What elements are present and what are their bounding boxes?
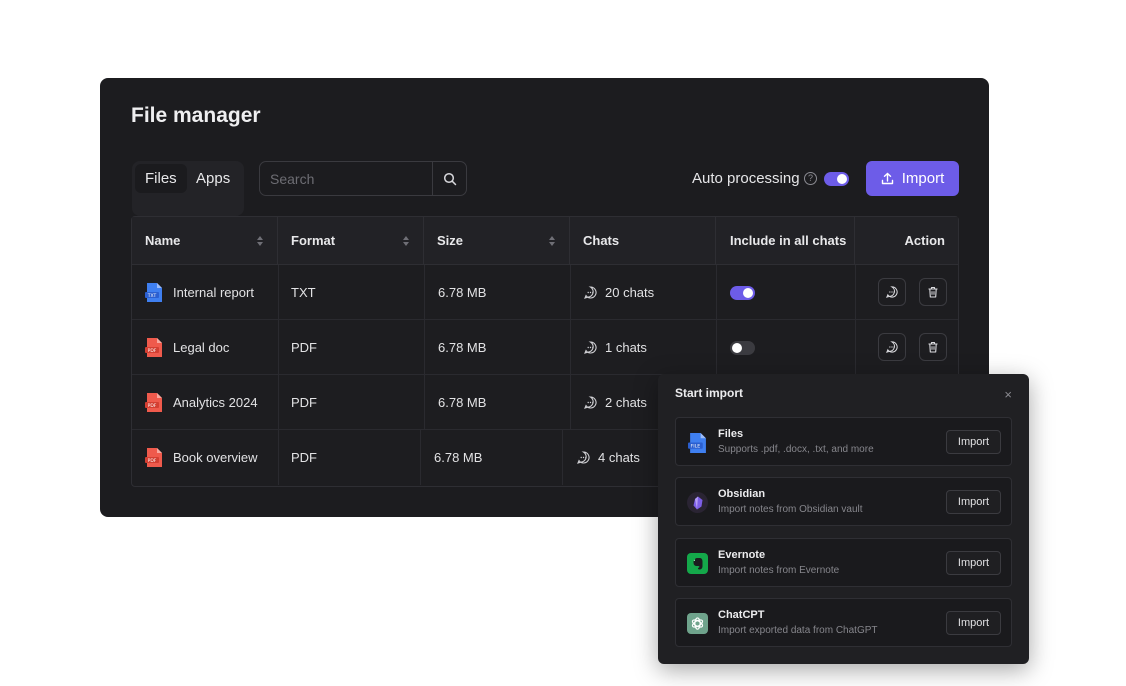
chat-icon (584, 286, 597, 299)
search-input[interactable] (260, 162, 433, 195)
chat-icon (886, 341, 898, 353)
tab-group: Files Apps (132, 161, 244, 216)
col-name[interactable]: Name (132, 217, 278, 265)
svg-text:PDF: PDF (148, 403, 157, 409)
source-name: Files (718, 428, 744, 440)
import-obsidian-button[interactable]: Import (946, 490, 1001, 514)
source-desc: Import notes from Obsidian vault (718, 504, 863, 515)
import-source-obsidian: Obsidian Import notes from Obsidian vaul… (675, 477, 1012, 526)
delete-button[interactable] (919, 333, 947, 361)
chat-button[interactable] (878, 278, 906, 306)
chat-count[interactable]: 1 chats (605, 320, 647, 375)
delete-button[interactable] (919, 278, 947, 306)
import-source-evernote: Evernote Import notes from Evernote Impo… (675, 538, 1012, 587)
close-icon[interactable]: × (1004, 387, 1012, 402)
svg-text:FILE: FILE (691, 443, 701, 449)
auto-processing-toggle[interactable] (824, 172, 849, 186)
source-name: Obsidian (718, 488, 766, 500)
trash-icon (928, 341, 938, 353)
include-toggle[interactable] (730, 341, 755, 355)
file-format: PDF (291, 395, 317, 410)
pdf-file-icon: PDF (145, 338, 162, 357)
col-include: Include in all chats (716, 217, 855, 265)
chat-button[interactable] (878, 333, 906, 361)
search-button[interactable] (432, 162, 466, 195)
table-row: PDF Legal doc PDF 6.78 MB 1 chats (132, 320, 958, 375)
svg-text:PDF: PDF (148, 348, 157, 354)
sort-icon (549, 236, 555, 246)
source-name: Evernote (718, 549, 766, 561)
source-desc: Supports .pdf, .docx, .txt, and more (718, 444, 874, 455)
file-icon: FILE (687, 432, 708, 453)
table-header: Name Format Size Chats Include in all ch… (132, 217, 958, 265)
chat-count[interactable]: 2 chats (605, 375, 647, 430)
import-button-label: Import (901, 170, 945, 187)
source-desc: Import exported data from ChatGPT (718, 625, 878, 636)
tab-apps[interactable]: Apps (186, 164, 240, 193)
svg-text:PDF: PDF (148, 458, 157, 464)
sort-icon (257, 236, 263, 246)
svg-text:TXT: TXT (147, 293, 157, 299)
dialog-title: Start import (675, 386, 744, 400)
file-size: 6.78 MB (434, 450, 483, 465)
col-action: Action (904, 233, 945, 248)
chat-count[interactable]: 4 chats (598, 430, 640, 485)
pdf-file-icon: PDF (145, 393, 162, 412)
file-size: 6.78 MB (438, 395, 487, 410)
import-evernote-button[interactable]: Import (946, 551, 1001, 575)
import-source-files: FILE Files Supports .pdf, .docx, .txt, a… (675, 417, 1012, 466)
table-row: TXT Internal report TXT 6.78 MB 20 chats (132, 265, 958, 320)
chat-icon (584, 396, 597, 409)
start-import-dialog: Start import × FILE Files Supports .pdf,… (658, 374, 1029, 664)
file-size: 6.78 MB (438, 285, 487, 300)
tab-files[interactable]: Files (135, 164, 187, 193)
import-source-chatgpt: ChatCPT Import exported data from ChatGP… (675, 598, 1012, 647)
source-desc: Import notes from Evernote (718, 565, 840, 576)
include-toggle[interactable] (730, 286, 755, 300)
file-name[interactable]: Book overview (173, 430, 258, 485)
col-size[interactable]: Size (424, 217, 570, 265)
chatgpt-icon (687, 613, 708, 634)
col-format[interactable]: Format (278, 217, 424, 265)
chat-icon (886, 286, 898, 298)
obsidian-icon (687, 492, 708, 513)
sort-icon (403, 236, 409, 246)
file-name[interactable]: Internal report (173, 265, 254, 320)
file-name[interactable]: Analytics 2024 (173, 375, 258, 430)
evernote-icon (687, 553, 708, 574)
pdf-file-icon: PDF (145, 448, 162, 467)
file-name[interactable]: Legal doc (173, 320, 229, 375)
search-icon (443, 172, 456, 185)
chat-count[interactable]: 20 chats (605, 265, 654, 320)
trash-icon (928, 286, 938, 298)
file-format: PDF (291, 340, 317, 355)
import-button[interactable]: Import (866, 161, 959, 196)
page-title: File manager (131, 104, 261, 127)
file-format: TXT (291, 285, 316, 300)
import-files-button[interactable]: Import (946, 430, 1001, 454)
import-chatgpt-button[interactable]: Import (946, 611, 1001, 635)
source-name: ChatCPT (718, 609, 765, 621)
file-format: PDF (291, 450, 317, 465)
file-size: 6.78 MB (438, 340, 487, 355)
upload-icon (881, 172, 893, 185)
search-box (259, 161, 467, 196)
help-icon[interactable]: ? (804, 172, 817, 185)
col-chats: Chats (570, 217, 716, 265)
chat-icon (584, 341, 597, 354)
auto-processing-label: Auto processing (692, 170, 800, 187)
txt-file-icon: TXT (145, 283, 162, 302)
chat-icon (577, 451, 590, 464)
